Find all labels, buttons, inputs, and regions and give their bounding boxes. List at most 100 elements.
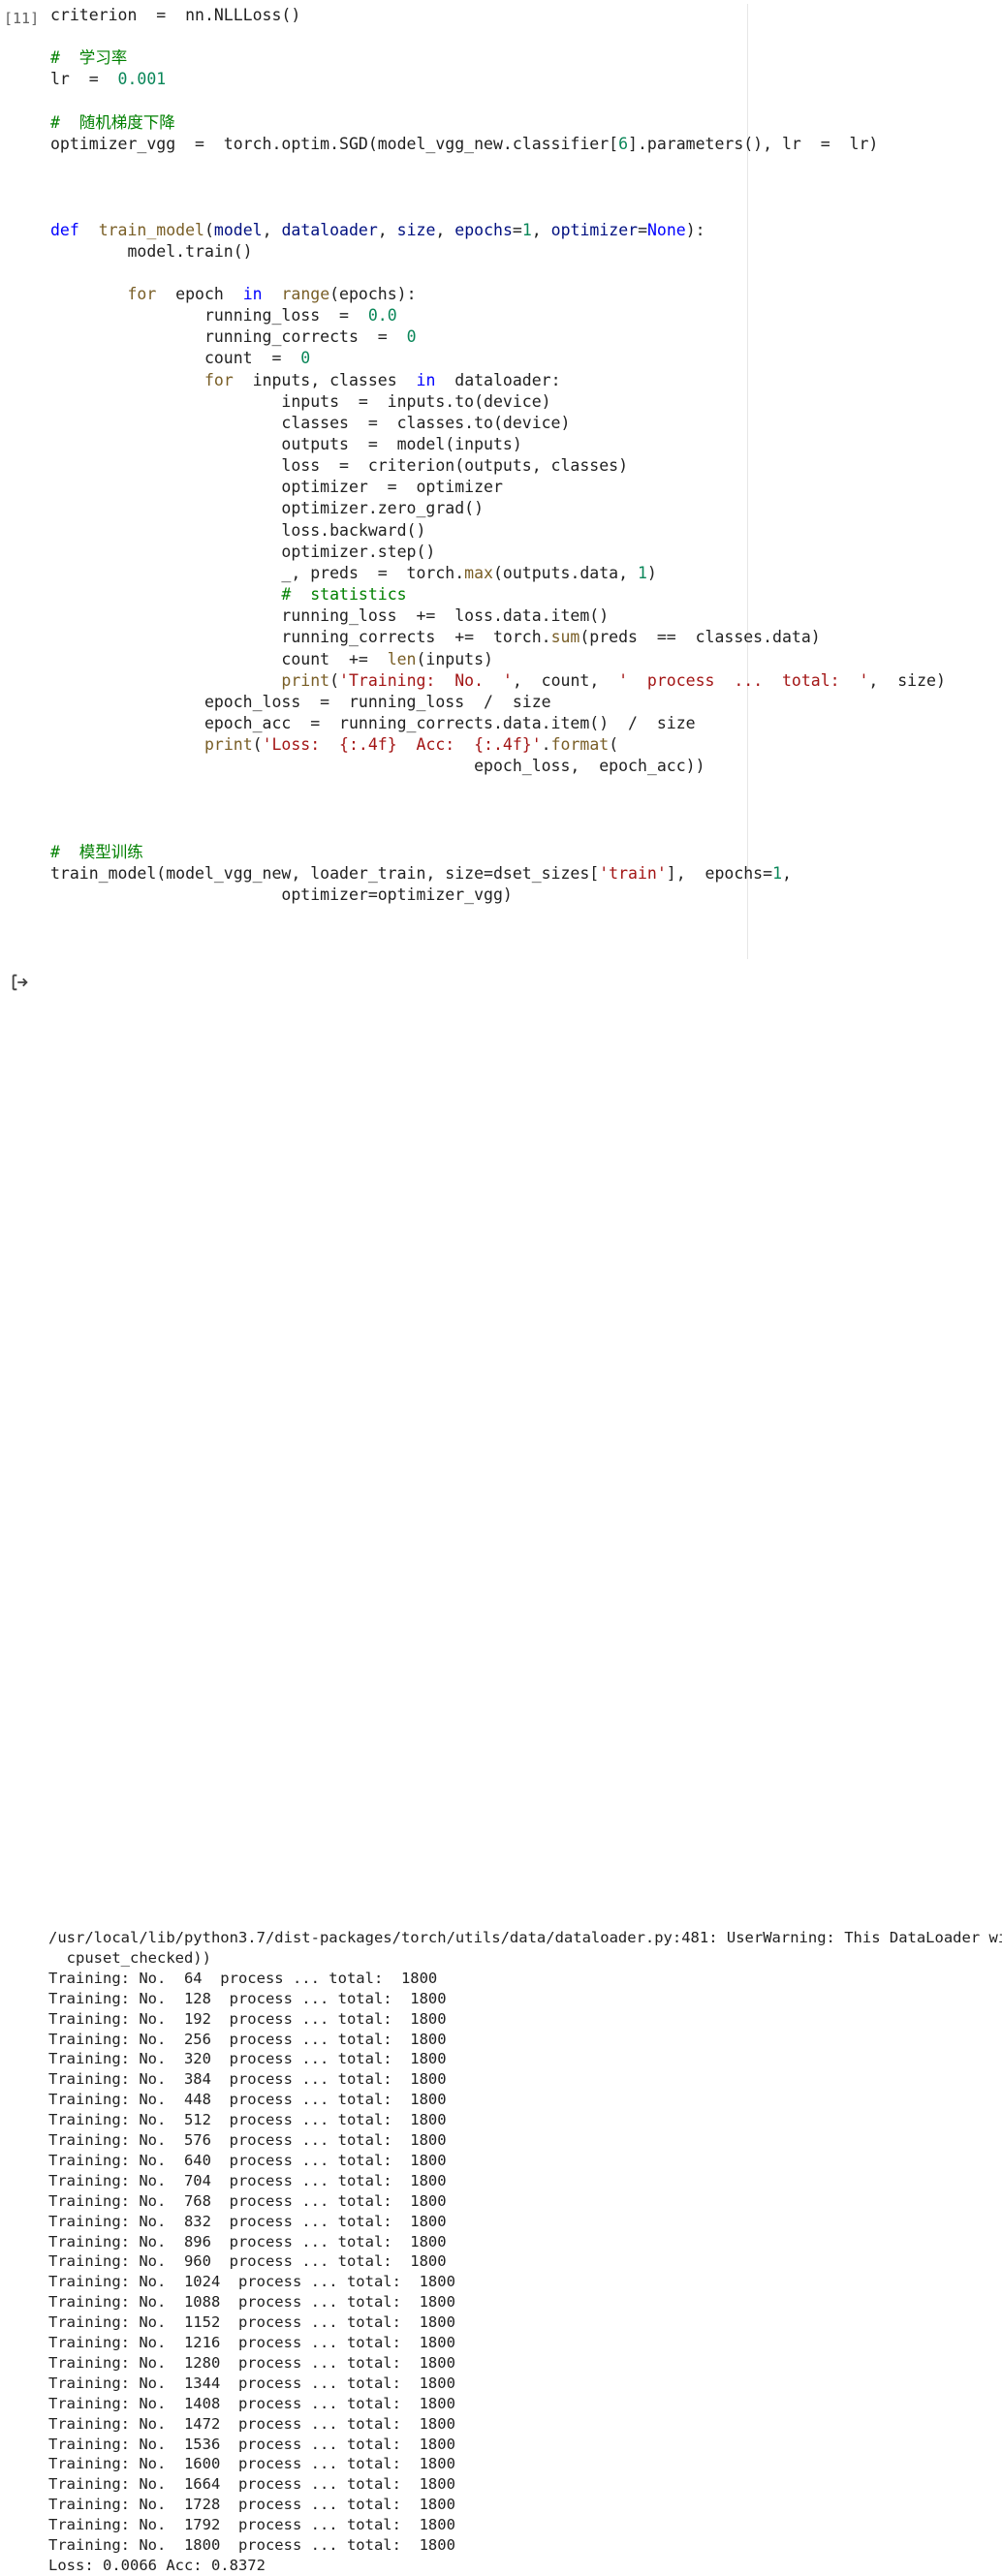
code-line[interactable]: optimizer.step() (50, 543, 435, 562)
code-line[interactable]: inputs = inputs.to(device) (50, 392, 550, 412)
output-line: Training: No. 448 process ... total: 180… (48, 2091, 447, 2109)
output-line: Training: No. 896 process ... total: 180… (48, 2232, 447, 2250)
code-token: (epochs): (329, 284, 417, 303)
output-line: /usr/local/lib/python3.7/dist-packages/t… (48, 1929, 1002, 1946)
code-line[interactable]: optimizer = optimizer (50, 478, 502, 497)
code-line[interactable]: epoch_acc = running_corrects.data.item()… (50, 714, 696, 733)
code-token: None (647, 220, 686, 239)
output-line: Training: No. 320 process ... total: 180… (48, 2050, 447, 2068)
code-line[interactable]: optimizer=optimizer_vgg) (50, 885, 512, 905)
output-line: Training: No. 256 process ... total: 180… (48, 2030, 447, 2048)
output-line: Training: No. 1344 process ... total: 18… (48, 2374, 455, 2392)
code-token: for (127, 284, 157, 303)
code-line[interactable]: _, preds = torch.max(outputs.data, 1) (50, 563, 657, 583)
code-token: epoch_loss, epoch_acc)) (50, 757, 705, 776)
code-token: # 学习率 (50, 48, 128, 68)
code-line[interactable]: # 学习率 (50, 48, 127, 68)
code-token: running_corrects = (50, 327, 407, 347)
output-line: Training: No. 1408 process ... total: 18… (48, 2394, 455, 2412)
code-token: optimizer.step() (50, 542, 436, 561)
code-line[interactable]: running_loss += loss.data.item() (50, 606, 609, 626)
code-line[interactable]: lr = 0.001 (50, 70, 166, 89)
code-line[interactable]: running_corrects = 0 (50, 327, 417, 347)
output-arrow-icon[interactable] (10, 972, 31, 993)
code-token: count += (50, 649, 388, 668)
output-line: Training: No. 64 process ... total: 1800 (48, 1969, 438, 1987)
code-token: inputs, classes (233, 370, 417, 389)
code-line[interactable]: for inputs, classes in dataloader: (50, 371, 561, 390)
code-line[interactable]: epoch_loss, epoch_acc)) (50, 757, 705, 776)
code-line[interactable]: running_loss = 0.0 (50, 306, 397, 326)
code-token: (outputs.data, (492, 563, 638, 582)
code-token: lr = (50, 70, 118, 89)
code-token: , (377, 220, 397, 239)
code-token: print (204, 735, 253, 755)
code-line[interactable]: def train_model(model, dataloader, size,… (50, 221, 705, 240)
code-line[interactable]: optimizer.zero_grad() (50, 499, 484, 518)
code-line[interactable]: print('Loss: {:.4f} Acc: {:.4f}'.format( (50, 735, 618, 755)
code-token: # 模型训练 (50, 842, 143, 861)
code-token: # statistics (281, 585, 407, 605)
code-line[interactable]: # statistics (50, 585, 407, 605)
code-line[interactable]: count += len(inputs) (50, 650, 493, 669)
code-line[interactable]: model.train() (50, 242, 252, 262)
output-line: Training: No. 1800 process ... total: 18… (48, 2536, 455, 2554)
code-token: , (262, 220, 282, 239)
code-token: loss = criterion(outputs, classes) (50, 456, 629, 476)
code-line[interactable]: # 模型训练 (50, 843, 143, 862)
code-token: train_model(model_vgg_new, loader_train,… (50, 864, 600, 883)
output-line: Training: No. 640 process ... total: 180… (48, 2151, 447, 2169)
code-token: ' process ... total: ' (618, 670, 869, 690)
code-line[interactable]: loss = criterion(outputs, classes) (50, 456, 628, 476)
code-line[interactable]: classes = classes.to(device) (50, 414, 570, 433)
code-line[interactable]: epoch_loss = running_loss / size (50, 693, 551, 712)
code-token: model (213, 220, 263, 239)
code-token: ) (646, 563, 657, 582)
output-line: Training: No. 192 process ... total: 180… (48, 2009, 447, 2028)
output-line: Training: No. 768 process ... total: 180… (48, 2191, 447, 2210)
execution-count: [11] (4, 10, 40, 27)
code-token: , count, (512, 670, 619, 690)
code-token: len (387, 649, 417, 668)
code-token: outputs = model(inputs) (50, 435, 522, 453)
code-token: epochs (454, 220, 513, 239)
code-line[interactable]: train_model(model_vgg_new, loader_train,… (50, 864, 792, 884)
output-line: Training: No. 576 process ... total: 180… (48, 2131, 447, 2149)
code-token: in (242, 284, 263, 303)
code-token: 'Training: No. ' (339, 670, 513, 690)
output-line: cpuset_checked)) (48, 1948, 211, 1967)
output-line: Training: No. 704 process ... total: 180… (48, 2171, 447, 2189)
loss-acc-line: Loss: 0.0066 Acc: 0.8372 (48, 2556, 266, 2574)
code-token: optimizer (550, 220, 639, 239)
code-token: count = (50, 349, 301, 368)
code-line[interactable]: # 随机梯度下降 (50, 113, 175, 133)
code-token: , (782, 864, 792, 883)
code-line[interactable]: criterion = nn.NLLLoss() (50, 6, 300, 25)
code-token: 0 (406, 327, 417, 347)
code-cell[interactable]: [11] criterion = nn.NLLLoss() # 学习率 lr = 0… (0, 0, 1002, 959)
code-token: ( (204, 220, 214, 239)
code-line[interactable]: loss.backward() (50, 521, 425, 541)
code-token: dataloader: (435, 370, 561, 389)
code-token: , (435, 220, 455, 239)
code-token: epoch (156, 284, 243, 303)
output-line: Training: No. 1664 process ... total: 18… (48, 2475, 455, 2494)
code-token: ], epochs= (666, 864, 773, 883)
code-line[interactable]: running_corrects += torch.sum(preds == c… (50, 628, 821, 647)
cell-output: /usr/local/lib/python3.7/dist-packages/t… (0, 959, 1002, 2574)
code-line[interactable]: outputs = model(inputs) (50, 435, 522, 454)
code-line[interactable]: print('Training: No. ', count, ' process… (50, 670, 945, 691)
code-line[interactable]: optimizer_vgg = torch.optim.SGD(model_vg… (50, 135, 878, 154)
code-line[interactable]: for epoch in range(epochs): (50, 284, 417, 304)
code-token: ( (252, 735, 263, 755)
code-token: (preds == classes.data) (579, 628, 821, 647)
code-line[interactable]: count = 0 (50, 349, 310, 368)
code-token: _, preds = torch. (50, 563, 465, 582)
output-line: Training: No. 1088 process ... total: 18… (48, 2293, 455, 2312)
code-token: ( (329, 670, 340, 690)
